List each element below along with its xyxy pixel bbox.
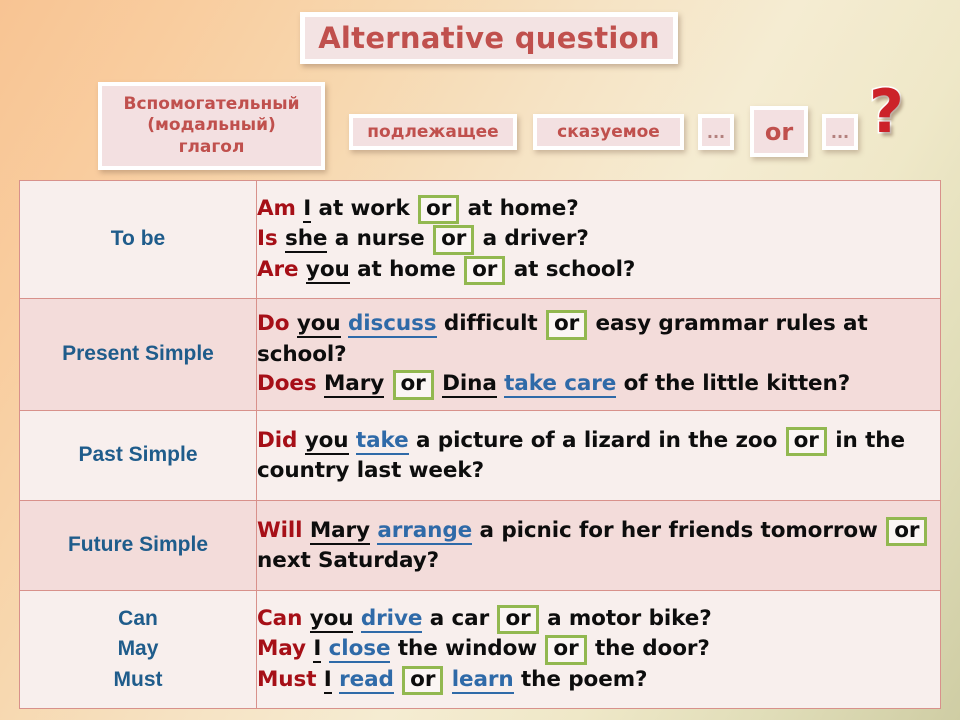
table-row: Present Simple Do you discuss difficult o… bbox=[19, 298, 941, 411]
subject-word-2: Dina bbox=[442, 371, 497, 399]
examples-cell: Am I at work or at home? Is she a nurse o… bbox=[256, 180, 941, 299]
predicate-verb: drive bbox=[360, 605, 423, 633]
auxiliary-verb: Must bbox=[257, 666, 317, 692]
subject-word: Mary bbox=[309, 517, 370, 545]
structure-box-predicate: сказуемое bbox=[533, 114, 684, 150]
tense-label-line-1: To be bbox=[110, 227, 166, 251]
example-sentence: Will Mary arrange a picnic for her frien… bbox=[257, 516, 940, 576]
page-title: Alternative question bbox=[318, 21, 660, 55]
auxiliary-verb: Can bbox=[257, 605, 303, 631]
predicate-box-label: сказуемое bbox=[557, 122, 660, 142]
or-highlight-box: or bbox=[497, 604, 539, 635]
example-sentence: Did you take a picture of a lizard in th… bbox=[257, 426, 905, 484]
auxiliary-verb: Will bbox=[257, 517, 303, 543]
examples-cell: Do you discuss difficult or easy grammar… bbox=[256, 298, 941, 411]
or-highlight-box: or bbox=[392, 370, 434, 400]
ellipsis-right-label: ... bbox=[830, 122, 850, 142]
tense-label-line-3: Must bbox=[113, 667, 163, 691]
predicate-verb: take bbox=[355, 427, 409, 455]
example-sentence: Are you at home or at school? bbox=[257, 255, 940, 286]
or-highlight-box: or bbox=[402, 665, 444, 696]
example-sentence: Is she a nurse or a driver? bbox=[257, 224, 940, 255]
example-sentence: Am I at work or at home? bbox=[257, 194, 940, 225]
predicate-verb: take care bbox=[504, 371, 617, 399]
or-highlight-box: or bbox=[545, 310, 588, 340]
predicate-verb: arrange bbox=[377, 517, 473, 545]
or-highlight-box: or bbox=[464, 255, 506, 286]
auxiliary-verb: Am bbox=[257, 195, 296, 221]
subject-box-label: подлежащее bbox=[367, 122, 499, 142]
predicate-verb: discuss bbox=[348, 311, 437, 339]
subject-word: I bbox=[313, 636, 322, 664]
structure-box-subject: подлежащее bbox=[349, 114, 517, 150]
examples-cell: Did you take a picture of a lizard in th… bbox=[256, 410, 941, 501]
or-box-label: or bbox=[764, 117, 794, 146]
subject-word: you bbox=[296, 311, 341, 339]
examples-cell: Will Mary arrange a picnic for her frien… bbox=[256, 500, 941, 591]
auxiliary-verb: Does bbox=[257, 371, 317, 397]
tense-label-cell: Can May Must bbox=[19, 590, 257, 709]
tense-label-line-1: Past Simple bbox=[78, 443, 198, 467]
tense-label-line-1: Present Simple bbox=[62, 342, 214, 366]
example-sentence: Does Mary or Dina take care of the littl… bbox=[257, 369, 940, 400]
structure-box-auxiliary-verb: Вспомогательный (модальный) глагол bbox=[98, 82, 325, 170]
example-sentence: Do you discuss difficult or easy grammar… bbox=[257, 310, 868, 367]
structure-box-ellipsis-right: ... bbox=[822, 114, 858, 150]
table-row: Future Simple Will Mary arrange a picnic … bbox=[19, 500, 941, 591]
tense-label-cell: Future Simple bbox=[19, 500, 257, 591]
predicate-verb: read bbox=[339, 666, 394, 694]
predicate-verb-2: learn bbox=[451, 666, 514, 694]
tense-label-line-1: Can bbox=[118, 606, 158, 630]
aux-box-label: Вспомогательный (модальный) глагол bbox=[123, 94, 299, 157]
subject-word: she bbox=[285, 226, 328, 254]
or-highlight-box: or bbox=[886, 516, 928, 547]
example-sentence: May I close the window or the door? bbox=[257, 634, 940, 665]
or-highlight-box: or bbox=[545, 635, 587, 665]
auxiliary-verb: Are bbox=[257, 256, 299, 282]
subject-word: I bbox=[323, 666, 332, 694]
auxiliary-verb: Do bbox=[257, 311, 290, 337]
or-highlight-box: or bbox=[433, 225, 475, 255]
or-highlight-box: or bbox=[785, 426, 827, 457]
table-row: Past Simple Did you take a picture of a l… bbox=[19, 410, 941, 501]
aux-box-line-3: глагол bbox=[178, 136, 245, 157]
aux-box-line-2: (модальный) bbox=[147, 115, 276, 136]
structure-box-or: or bbox=[750, 106, 808, 157]
slide-title-box: Alternative question bbox=[300, 12, 678, 64]
tense-label-cell: To be bbox=[19, 180, 257, 299]
subject-word: you bbox=[304, 427, 349, 455]
auxiliary-verb: May bbox=[257, 636, 306, 662]
example-sentence: Must I read or learn the poem? bbox=[257, 665, 940, 696]
question-mark-icon: ? bbox=[868, 77, 906, 147]
subject-word: I bbox=[303, 195, 312, 223]
structure-box-ellipsis-left: ... bbox=[698, 114, 734, 150]
examples-cell: Can you drive a car or a motor bike? May … bbox=[256, 590, 941, 709]
tense-label-cell: Present Simple bbox=[19, 298, 257, 411]
tense-label-line-1: Future Simple bbox=[67, 533, 209, 557]
table-row: To be Am I at work or at home? Is she a nu… bbox=[19, 180, 941, 299]
subject-word: you bbox=[309, 605, 354, 633]
grammar-examples-table: To be Am I at work or at home? Is she a nu… bbox=[19, 180, 941, 709]
auxiliary-verb: Did bbox=[257, 427, 298, 453]
auxiliary-verb: Is bbox=[257, 226, 278, 252]
ellipsis-left-label: ... bbox=[706, 122, 726, 142]
tense-label-cell: Past Simple bbox=[19, 410, 257, 501]
tense-label-line-2: May bbox=[117, 637, 159, 661]
subject-word: you bbox=[305, 256, 350, 284]
example-sentence: Can you drive a car or a motor bike? bbox=[257, 604, 940, 635]
table-row: Can May Must Can you drive a car or a motor… bbox=[19, 590, 941, 709]
predicate-verb: close bbox=[328, 636, 391, 664]
subject-word: Mary bbox=[324, 371, 385, 399]
or-highlight-box: or bbox=[418, 194, 460, 225]
aux-box-line-1: Вспомогательный bbox=[123, 94, 300, 115]
